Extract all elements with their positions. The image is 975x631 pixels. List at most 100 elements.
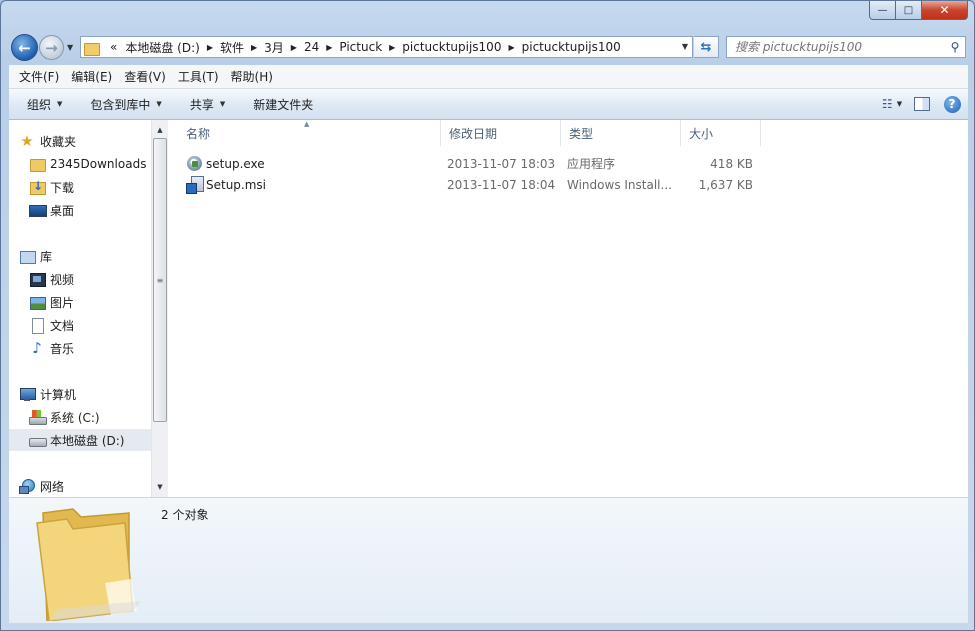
preview-pane-icon (914, 97, 930, 111)
nav-item-label: 文档 (50, 318, 75, 333)
search-icon[interactable]: ⚲ (945, 40, 965, 54)
nav-item-desktop[interactable]: 桌面 (9, 199, 151, 221)
help-icon: ? (943, 95, 961, 113)
breadcrumb-overflow[interactable]: « (106, 40, 121, 54)
nav-item-drive-d[interactable]: 本地磁盘 (D:) (9, 429, 151, 451)
close-button[interactable]: ✕ (922, 1, 968, 20)
breadcrumb-chevron-icon[interactable]: ▶ (505, 43, 517, 52)
nav-item-label: 图片 (50, 295, 75, 310)
breadcrumb-item[interactable]: 3月 (260, 39, 288, 56)
forward-button[interactable]: → (39, 35, 64, 60)
nav-libraries-label: 库 (40, 249, 53, 264)
navpane-scrollbar[interactable]: ▲ ≡ ▼ (151, 120, 168, 497)
breadcrumb-item[interactable]: 软件 (216, 39, 248, 56)
nav-item-label: 本地磁盘 (D:) (50, 433, 125, 448)
breadcrumb-chevron-icon[interactable]: ▶ (386, 43, 398, 52)
menu-bar: 文件(F) 编辑(E) 查看(V) 工具(T) 帮助(H) (9, 65, 968, 89)
forward-arrow-icon: → (45, 38, 58, 57)
include-in-library-label: 包含到库中 (90, 97, 151, 112)
column-header-label: 修改日期 (449, 126, 498, 141)
nav-item-music[interactable]: ♪ 音乐 (9, 337, 151, 359)
scroll-down-icon[interactable]: ▼ (152, 479, 168, 495)
pictures-icon (29, 294, 46, 310)
menu-view[interactable]: 查看(V) (118, 68, 172, 85)
system-drive-icon (29, 409, 47, 425)
column-header-size[interactable]: 大小 (681, 120, 761, 146)
table-row[interactable]: Setup.msi 2013-11-07 18:04 Windows Insta… (168, 174, 768, 195)
nav-item-label: 2345Downloads (50, 157, 147, 171)
breadcrumb-item[interactable]: pictucktupijs100 (398, 40, 505, 54)
folder-icon (84, 41, 100, 56)
nav-item-videos[interactable]: 视频 (9, 268, 151, 290)
nav-item-pictures[interactable]: 图片 (9, 291, 151, 313)
organize-label: 组织 (27, 97, 52, 112)
menu-tools[interactable]: 工具(T) (172, 68, 225, 85)
organize-button[interactable]: 组织 ▼ (9, 96, 72, 113)
breadcrumb-item[interactable]: pictucktupijs100 (518, 40, 625, 54)
breadcrumb-chevron-icon[interactable]: ▶ (248, 43, 260, 52)
video-icon (29, 271, 46, 287)
breadcrumb-item[interactable]: 24 (300, 40, 323, 54)
desktop-icon (29, 202, 47, 218)
recent-pages-dropdown[interactable]: ▼ (67, 43, 73, 52)
breadcrumb-item[interactable]: 本地磁盘 (D:) (121, 39, 203, 56)
file-modified: 2013-11-07 18:04 (447, 177, 556, 192)
back-button[interactable]: ← (11, 34, 38, 61)
nav-computer[interactable]: 计算机 (9, 383, 151, 405)
search-box[interactable]: ⚲ (726, 36, 966, 58)
search-input[interactable] (735, 40, 945, 54)
share-button[interactable]: 共享 ▼ (172, 96, 235, 113)
column-headers: 名称 ▲ 修改日期 类型 大小 (168, 120, 968, 146)
breadcrumb-chevron-icon[interactable]: ▶ (323, 43, 335, 52)
nav-libraries[interactable]: 库 (9, 245, 151, 267)
file-name: setup.exe (206, 156, 265, 171)
nav-network[interactable]: 网络 (9, 475, 151, 497)
explorer-window: — □ ✕ ← → ▼ « 本地磁盘 (D:) ▶ 软件 ▶ 3月 ▶ 24 ▶… (0, 0, 975, 631)
breadcrumb-item[interactable]: Pictuck (335, 40, 386, 54)
refresh-icon: ⇆ (700, 39, 712, 55)
scroll-up-icon[interactable]: ▲ (152, 122, 168, 138)
file-size: 418 KB (710, 156, 753, 171)
documents-icon (29, 317, 45, 334)
file-name: Setup.msi (206, 177, 267, 192)
column-header-name[interactable]: 名称 (178, 120, 441, 146)
new-folder-button[interactable]: 新建文件夹 (235, 96, 323, 113)
address-dropdown-icon[interactable]: ▼ (682, 42, 688, 51)
nav-item-drive-c[interactable]: 系统 (C:) (9, 406, 151, 428)
maximize-button[interactable]: □ (896, 1, 922, 20)
menu-file[interactable]: 文件(F) (13, 68, 65, 85)
minimize-button[interactable]: — (869, 1, 896, 20)
address-bar[interactable]: « 本地磁盘 (D:) ▶ 软件 ▶ 3月 ▶ 24 ▶ Pictuck ▶ p… (80, 36, 693, 58)
file-name-cell: setup.exe (186, 155, 446, 172)
caption-buttons: — □ ✕ (869, 1, 968, 20)
nav-item-documents[interactable]: 文档 (9, 314, 151, 336)
column-header-label: 类型 (569, 126, 594, 141)
refresh-button[interactable]: ⇆ (694, 36, 719, 58)
breadcrumb-chevron-icon[interactable]: ▶ (288, 43, 300, 52)
menu-edit[interactable]: 编辑(E) (65, 68, 118, 85)
nav-item-downloads[interactable]: 下载 (9, 176, 151, 198)
table-row[interactable]: setup.exe 2013-11-07 18:03 应用程序 418 KB (168, 153, 768, 174)
nav-favorites[interactable]: ★ 收藏夹 (9, 130, 151, 152)
navigation-pane: ★ 收藏夹 2345Downloads 下载 桌面 库 (9, 120, 151, 497)
menu-help[interactable]: 帮助(H) (225, 68, 279, 85)
preview-pane-button[interactable] (912, 95, 932, 113)
nav-favorites-label: 收藏夹 (40, 134, 77, 149)
help-button[interactable]: ? (942, 95, 962, 113)
network-icon (19, 478, 35, 494)
music-icon: ♪ (32, 339, 42, 357)
breadcrumb-chevron-icon[interactable]: ▶ (204, 43, 216, 52)
change-view-button[interactable]: ☷ ▼ (882, 95, 902, 113)
column-header-type[interactable]: 类型 (561, 120, 681, 146)
include-in-library-button[interactable]: 包含到库中 ▼ (72, 96, 171, 113)
sort-ascending-icon: ▲ (304, 120, 310, 128)
nav-item-label: 音乐 (50, 341, 75, 356)
nav-item-label: 下载 (50, 180, 75, 195)
view-list-icon: ☷ (881, 97, 893, 111)
file-list: 名称 ▲ 修改日期 类型 大小 setup.exe 2013-11-07 18:… (168, 120, 968, 497)
column-header-date[interactable]: 修改日期 (441, 120, 561, 146)
column-header-label: 大小 (689, 126, 714, 141)
file-name-cell: Setup.msi (186, 176, 446, 194)
nav-item-2345downloads[interactable]: 2345Downloads (9, 153, 151, 175)
scrollbar-thumb[interactable]: ≡ (153, 138, 167, 422)
